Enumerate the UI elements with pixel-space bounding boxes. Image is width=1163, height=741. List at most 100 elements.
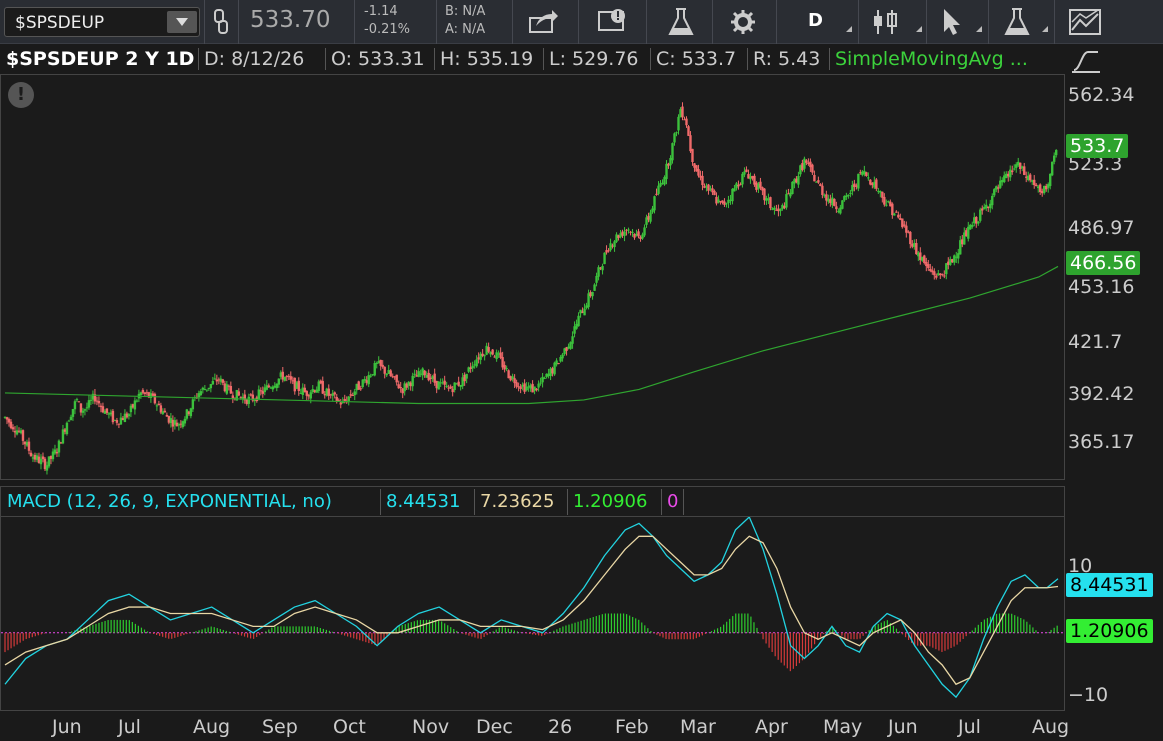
drawing-tools-icon[interactable] xyxy=(1068,6,1102,38)
candle-body xyxy=(687,126,690,136)
time-tick-label: Aug xyxy=(1032,716,1070,738)
candle-body xyxy=(41,456,45,459)
candle-body xyxy=(535,388,538,391)
gear-icon[interactable] xyxy=(726,6,760,38)
candle-body xyxy=(943,275,946,277)
symbol-selector[interactable]: $SPSDEUP xyxy=(4,7,200,37)
candle-body xyxy=(637,231,640,237)
time-tick-label: 26 xyxy=(548,716,573,738)
candle-body xyxy=(883,196,886,205)
candle-body xyxy=(979,209,982,221)
candle-body xyxy=(631,231,634,233)
candle-body xyxy=(993,189,996,196)
macd-avg-line xyxy=(4,535,1059,686)
time-axis: Jun Jul Aug Sep Oct Nov Dec 26 Feb Mar Apr May Jun Ju… xyxy=(0,712,1069,741)
candle-body xyxy=(465,373,468,379)
bar-date: D: 8/12/26 xyxy=(204,48,305,70)
candle-body xyxy=(607,250,610,252)
candle-body xyxy=(857,173,860,189)
study-label-sma[interactable]: SimpleMovingAvg ... xyxy=(835,48,1028,70)
candle-body xyxy=(671,143,674,161)
candle-body xyxy=(895,211,898,213)
candle-body xyxy=(677,116,680,131)
share-icon[interactable] xyxy=(526,6,560,38)
candle-body xyxy=(583,308,586,316)
candle-body xyxy=(909,231,912,245)
studies-flask-icon[interactable] xyxy=(1000,6,1034,38)
candle-body xyxy=(445,385,448,387)
candle-body xyxy=(707,184,710,191)
flask-icon[interactable] xyxy=(664,6,698,38)
candle-body xyxy=(835,206,838,210)
candle-body xyxy=(75,399,79,401)
alert-message-icon[interactable] xyxy=(596,6,630,38)
candlestick-icon[interactable] xyxy=(868,6,902,38)
candle-body xyxy=(953,255,956,263)
candle-body xyxy=(383,366,386,374)
candle-body xyxy=(443,380,446,385)
candle-body xyxy=(697,169,700,176)
candle-body xyxy=(769,197,772,209)
candle-body xyxy=(623,231,626,236)
price-chart[interactable] xyxy=(1,75,1064,479)
candle-body xyxy=(389,370,392,377)
candle-body xyxy=(881,191,884,198)
candle-body xyxy=(897,214,900,218)
aggregation-selector[interactable]: D xyxy=(808,10,823,31)
candle-body xyxy=(627,229,630,231)
macd-avg-value: 7.23625 xyxy=(480,491,555,512)
candle-body xyxy=(779,209,782,212)
candle-body xyxy=(805,160,808,163)
alert-icon[interactable]: ! xyxy=(8,82,34,108)
price-tick-label: 453.16 xyxy=(1068,276,1135,298)
candle-body xyxy=(991,195,994,206)
close-value: C: 533.7 xyxy=(656,48,737,70)
candle-body xyxy=(723,201,726,205)
candle-body xyxy=(681,106,684,118)
candle-body xyxy=(483,355,486,357)
candle-body xyxy=(893,213,896,216)
candle-body xyxy=(657,185,660,194)
candle-body xyxy=(867,177,870,179)
candle-body xyxy=(833,198,836,207)
candle-body xyxy=(649,212,652,222)
chevron-down-icon[interactable] xyxy=(167,11,197,33)
candle-body xyxy=(539,382,542,384)
candle-body xyxy=(87,400,91,408)
macd-chart[interactable] xyxy=(1,517,1064,710)
candle-body xyxy=(277,378,280,385)
candle-body xyxy=(353,391,356,396)
cursor-icon[interactable] xyxy=(936,6,970,38)
candle-body xyxy=(785,194,788,208)
macd-value: 8.44531 xyxy=(386,491,461,512)
macd-histogram xyxy=(4,613,1058,672)
price-chart-panel[interactable] xyxy=(0,74,1065,480)
candle-body xyxy=(229,386,233,394)
candle-body xyxy=(759,181,762,188)
candle-body xyxy=(733,188,736,192)
macd-diff-badge: 1.20906 xyxy=(1066,619,1153,643)
candle-body xyxy=(1035,184,1038,187)
time-tick-label: Mar xyxy=(680,716,716,738)
candle-body xyxy=(643,227,646,236)
symbol-input[interactable]: $SPSDEUP xyxy=(15,13,104,33)
price-tick-label: 421.7 xyxy=(1068,331,1123,354)
candle-body xyxy=(321,380,324,394)
bid-price: B: N/A xyxy=(445,4,486,19)
candle-body xyxy=(927,264,930,269)
macd-study-label[interactable]: MACD (12, 26, 9, EXPONENTIAL, no) xyxy=(7,491,332,512)
candle-body xyxy=(395,374,398,383)
candle-body xyxy=(373,363,376,376)
candle-body xyxy=(67,420,71,422)
candle-body xyxy=(977,221,980,224)
candle-body xyxy=(211,380,215,385)
candle-body xyxy=(289,376,292,380)
macd-chart-panel[interactable] xyxy=(0,516,1065,711)
candle-body xyxy=(83,409,87,411)
link-icon[interactable] xyxy=(210,8,232,36)
candle-body xyxy=(205,389,209,391)
macd-header: MACD (12, 26, 9, EXPONENTIAL, no) 8.4453… xyxy=(0,486,1065,516)
candle-body xyxy=(1051,161,1054,176)
candle-body xyxy=(247,396,251,404)
chart-style-icon[interactable] xyxy=(1070,48,1102,74)
